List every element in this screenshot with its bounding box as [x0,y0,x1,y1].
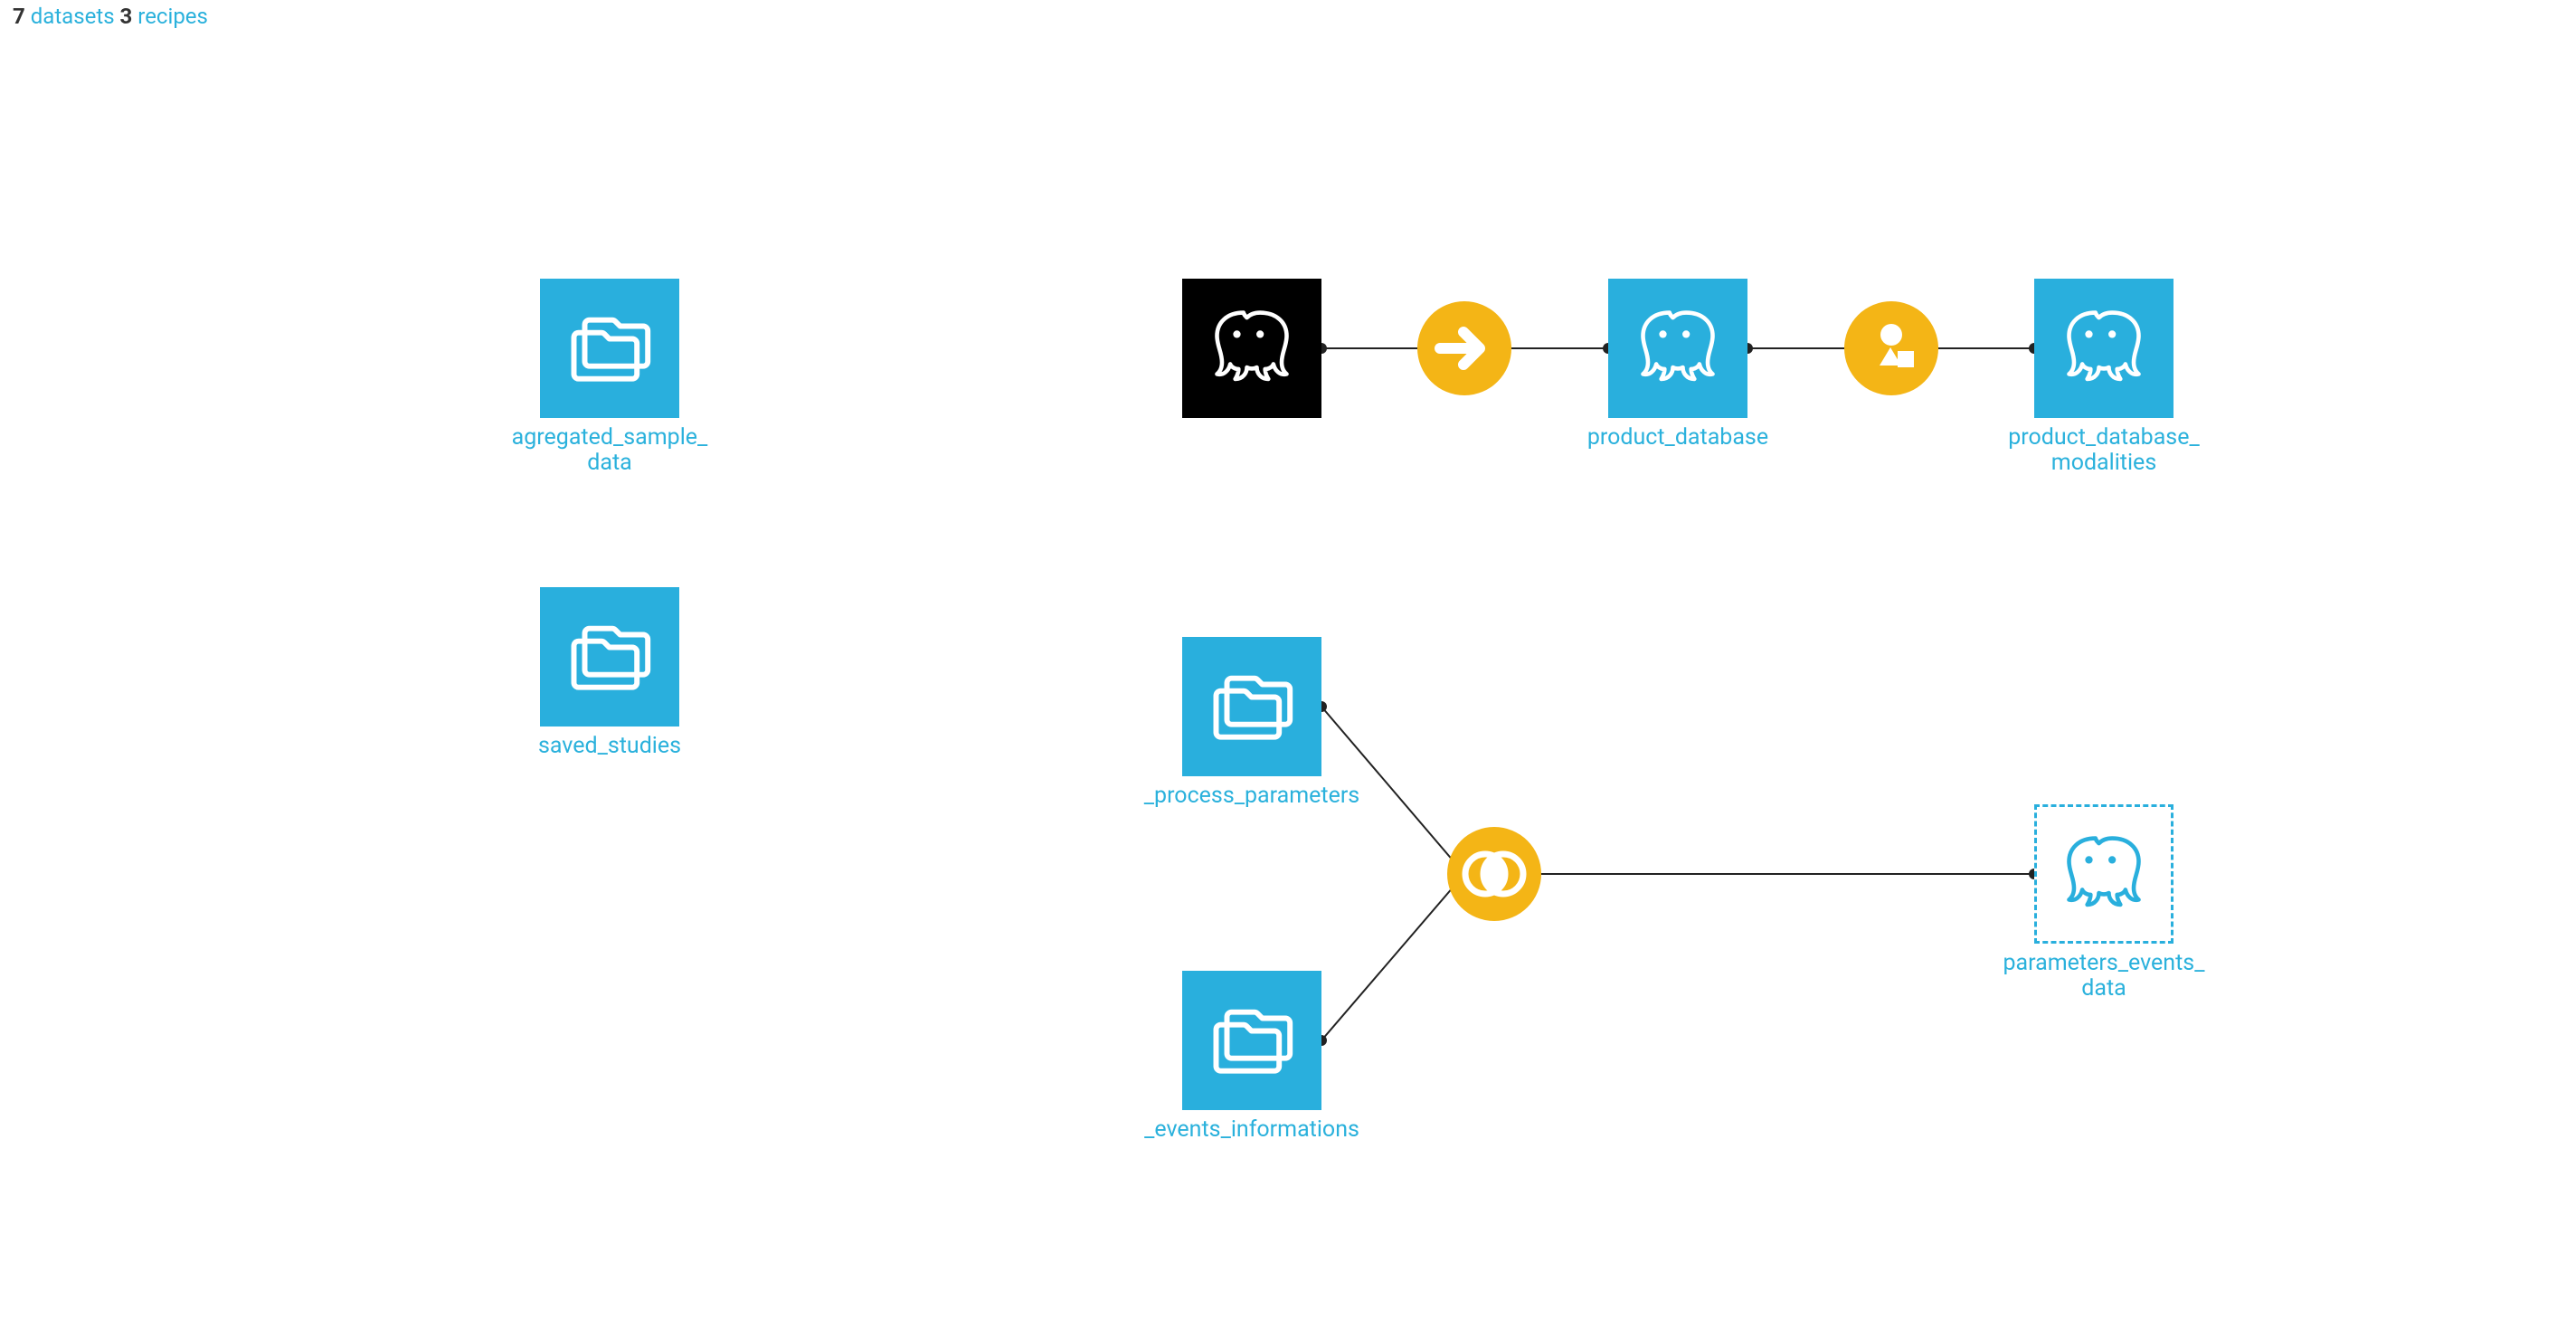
postgres-icon [2034,279,2174,418]
dataset-events-informations[interactable]: _events_informations [1182,971,1435,1110]
folder-icon [540,279,679,418]
postgres-icon [1182,279,1321,418]
prepare-icon [1860,317,1923,380]
dataset-saved-studies[interactable]: saved_studies [483,587,736,726]
dataset-process-parameters[interactable]: _process_parameters [1182,637,1435,776]
postgres-icon [1608,279,1747,418]
folder-icon [1182,971,1321,1110]
dataset-label: product_database [1551,425,1804,451]
recipe-prepare[interactable] [1844,301,1938,395]
dataset-label: saved_studies [483,734,736,759]
dataset-parameters-events-data[interactable]: parameters_events_ data [2034,804,2287,944]
dataset-label: _process_parameters [1125,783,1378,809]
recipe-join[interactable] [1447,827,1541,921]
dataset-label: agregated_sample_ data [483,425,736,476]
recipes-count: 3 [120,4,133,29]
dataset-label: product_database_ modalities [1977,425,2230,476]
dataset-agregated-sample-data[interactable]: agregated_sample_ data [483,279,736,418]
arrow-right-icon [1433,317,1496,380]
dataset-label: parameters_events_ data [1977,951,2230,1002]
dataset-product-database-modalities[interactable]: product_database_ modalities [2034,279,2287,418]
flow-canvas[interactable]: agregated_sample_ data saved_studies pro… [0,0,2576,1339]
dataset-label: _events_informations [1125,1117,1378,1143]
folder-icon [1182,637,1321,776]
join-icon [1458,838,1530,910]
flow-legend: 7 datasets 3 recipes [13,4,208,29]
dataset-product-database[interactable]: product_database [1608,279,1861,418]
postgres-icon [2034,804,2174,944]
datasets-label: datasets [31,4,115,29]
recipes-label: recipes [137,4,208,29]
dataset-product-database-src[interactable] [1182,279,1321,418]
folder-icon [540,587,679,726]
datasets-count: 7 [13,4,25,29]
recipe-sync[interactable] [1417,301,1511,395]
